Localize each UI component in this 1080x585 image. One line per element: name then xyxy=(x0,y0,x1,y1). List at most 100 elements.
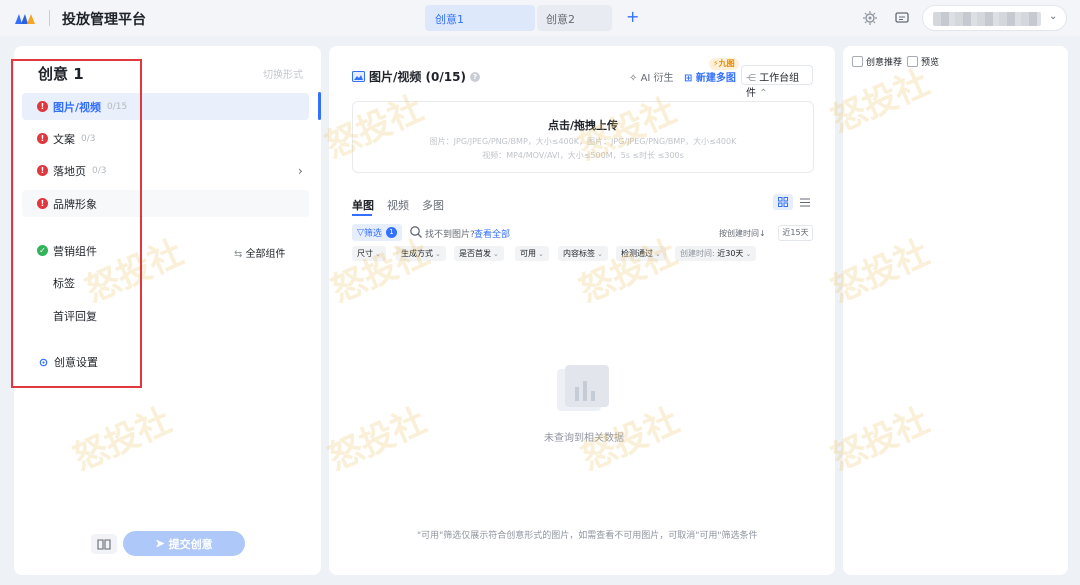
list-view-icon xyxy=(800,197,810,207)
upload-dropzone[interactable]: 点击/拖拽上传 图片：JPG/JPEG/PNG/BMP，大小≤400K，图片：J… xyxy=(352,101,814,173)
upload-hint-image: 图片：JPG/JPEG/PNG/BMP，大小≤400K，图片：JPG/JPEG/… xyxy=(429,137,737,146)
swap-icon: ⇆ xyxy=(234,249,246,260)
tab-label: 创意推荐 xyxy=(866,58,903,68)
filter-button[interactable]: ▽ 筛选 1 xyxy=(352,224,402,241)
list-view-button[interactable] xyxy=(797,194,813,210)
chip-label: 检测通过 xyxy=(621,249,653,258)
nav-item-image-video[interactable]: ! 图片/视频 0/15 xyxy=(22,93,309,120)
gear-icon xyxy=(39,358,48,366)
search-icon xyxy=(410,226,422,238)
tab-creative-2[interactable]: 创意2 xyxy=(537,5,612,31)
filter-chip-content-tags[interactable]: 内容标签 ⌄ xyxy=(558,246,608,261)
chevron-right-icon[interactable]: › xyxy=(298,164,303,178)
recommend-icon xyxy=(852,56,863,67)
chip-label: 是否首发 xyxy=(459,249,491,258)
workbench-components-dropdown[interactable]: ⋲ 工作台组件 ⌃ xyxy=(741,65,813,99)
chevron-down-icon: ⌄ xyxy=(435,250,441,258)
help-icon[interactable]: ? xyxy=(469,71,480,82)
ai-derive-button[interactable]: ✧ AI 衍生 xyxy=(629,69,674,84)
app-title: 投放管理平台 xyxy=(62,12,146,28)
date-range-15-days[interactable]: 近15天 xyxy=(778,225,813,241)
check-icon: ✓ xyxy=(37,245,48,256)
share-icon: ⋲ xyxy=(746,73,756,84)
filter-chip-created-time[interactable]: 创建时间: 近30天 ⌄ xyxy=(675,246,757,261)
error-icon: ! xyxy=(37,101,48,112)
tab-multi-image[interactable]: 多图 xyxy=(422,197,444,213)
filter-chip-available[interactable]: 可用 ⌄ xyxy=(515,246,549,261)
send-icon: ➤ xyxy=(155,538,165,550)
funnel-icon: ▽ xyxy=(357,227,364,238)
chip-label: 尺寸 xyxy=(357,249,373,258)
book-icon xyxy=(97,539,111,550)
available-filter-footnote: "可用"筛选仅展示符合创意形式的图片，如需查看不可用图片，可取消"可用"筛选条件 xyxy=(417,531,758,541)
sort-label: 按创建时间 xyxy=(719,229,759,238)
chip-label: 内容标签 xyxy=(563,249,595,258)
nav-item-label: 文案 xyxy=(53,132,75,146)
nav-item-label: 品牌形象 xyxy=(53,197,97,211)
chevron-down-icon: ⌄ xyxy=(375,250,381,258)
tab-video[interactable]: 视频 xyxy=(387,197,409,213)
nav-item-label: 营销组件 xyxy=(53,244,97,258)
nav-item-label: 图片/视频 xyxy=(53,100,102,114)
creative-settings[interactable]: 创意设置 xyxy=(38,354,98,370)
chip-label: 生成方式 xyxy=(401,249,433,258)
active-indicator xyxy=(318,92,321,120)
chevron-down-icon: ⌄ xyxy=(655,250,661,258)
tab-underline xyxy=(352,214,372,216)
sort-by-created-button[interactable]: 按创建时间↓ xyxy=(719,228,766,239)
nav-item-count: 0/3 xyxy=(92,165,107,176)
all-components-label: 全部组件 xyxy=(245,249,286,260)
tab-creative-recommend[interactable]: 创意推荐 xyxy=(852,55,902,68)
new-multi-image-button[interactable]: ⊞ 新建多图 xyxy=(684,69,736,84)
settings-icon[interactable] xyxy=(862,10,878,26)
empty-state-text: 未查询到相关数据 xyxy=(544,433,624,444)
preview-icon xyxy=(907,56,918,67)
sub-item-first-comment[interactable]: 首评回复 xyxy=(53,308,97,324)
new-multi-label: 新建多图 xyxy=(695,73,736,84)
nav-item-label: 落地页 xyxy=(53,164,86,178)
grid-icon: ⊞ xyxy=(684,73,696,84)
filter-chip-size[interactable]: 尺寸 ⌄ xyxy=(352,246,386,261)
upload-hint-video: 视频：MP4/MOV/AVI，大小≤500M，5s ≤时长 ≤300s xyxy=(482,151,684,160)
user-menu[interactable]: ⌄ xyxy=(922,5,1067,31)
media-title-text: 图片/视频 (0/15) xyxy=(369,70,466,84)
filter-count-badge: 1 xyxy=(385,227,397,238)
chevron-down-icon: ⌄ xyxy=(745,250,752,258)
all-components-button[interactable]: ⇆ 全部组件 xyxy=(234,245,286,260)
chevron-down-icon: ⌄ xyxy=(597,250,603,258)
chevron-down-icon: ⌄ xyxy=(1049,11,1058,22)
error-icon: ! xyxy=(37,133,48,144)
tab-creative-1[interactable]: 创意1 xyxy=(425,5,535,31)
tab-single-image[interactable]: 单图 xyxy=(352,197,374,213)
error-icon: ! xyxy=(37,198,48,209)
empty-data-icon xyxy=(557,365,609,411)
nav-item-count: 0/15 xyxy=(107,101,128,112)
message-icon[interactable] xyxy=(894,10,910,26)
guide-book-button[interactable] xyxy=(91,534,117,554)
chip-label: 可用 xyxy=(520,249,536,258)
filter-chip-first-release[interactable]: 是否首发 ⌄ xyxy=(454,246,504,261)
add-tab-button[interactable]: + xyxy=(626,7,639,26)
filter-chip-generation[interactable]: 生成方式 ⌄ xyxy=(396,246,446,261)
nav-item-copy[interactable]: ! 文案 0/3 xyxy=(22,125,309,152)
creative-settings-label: 创意设置 xyxy=(54,356,98,369)
user-name-blurred xyxy=(933,12,1041,26)
submit-creative-button[interactable]: ➤ 提交创意 xyxy=(123,531,245,556)
sparkle-icon: ✧ xyxy=(629,73,641,84)
grid-view-button[interactable] xyxy=(773,194,793,210)
sub-item-tags[interactable]: 标签 xyxy=(53,275,75,291)
chevron-down-icon: ⌃ xyxy=(759,88,768,99)
tab-preview[interactable]: 预览 xyxy=(907,55,939,68)
upload-title: 点击/拖拽上传 xyxy=(547,119,619,132)
filter-chip-check-passed[interactable]: 检测通过 ⌄ xyxy=(616,246,666,261)
image-icon xyxy=(352,71,365,82)
nav-item-brand-image[interactable]: ! 品牌形象 xyxy=(22,190,309,217)
ai-derive-label: AI 衍生 xyxy=(640,73,674,84)
see-all-link[interactable]: 查看全部 xyxy=(474,227,510,240)
switch-format-button[interactable]: 切换形式 xyxy=(263,66,303,81)
nav-item-landing-page[interactable]: ! 落地页 0/3 xyxy=(22,157,309,184)
not-found-text: 找不到图片? xyxy=(425,230,475,240)
grid-view-icon xyxy=(778,197,788,207)
chevron-down-icon: ⌄ xyxy=(538,250,544,258)
logo-divider xyxy=(49,10,50,26)
